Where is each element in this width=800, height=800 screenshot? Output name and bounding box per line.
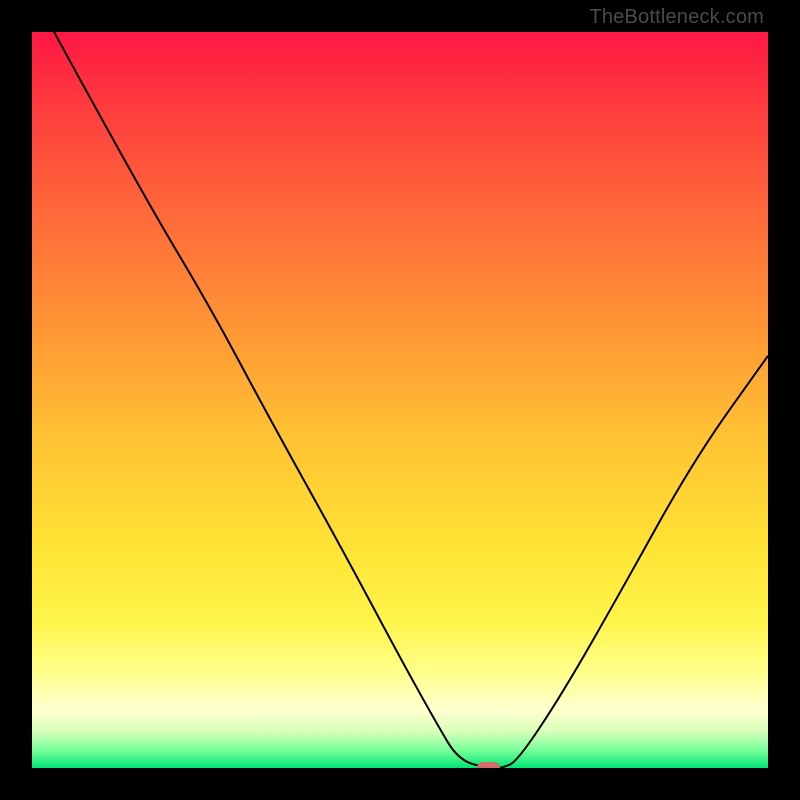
curve-layer [32,32,768,768]
plot-area [32,32,768,768]
bottleneck-curve-path [54,32,768,768]
watermark-text: TheBottleneck.com [589,6,764,29]
bottleneck-chart: TheBottleneck.com [0,0,800,800]
optimal-point-marker [477,762,501,768]
